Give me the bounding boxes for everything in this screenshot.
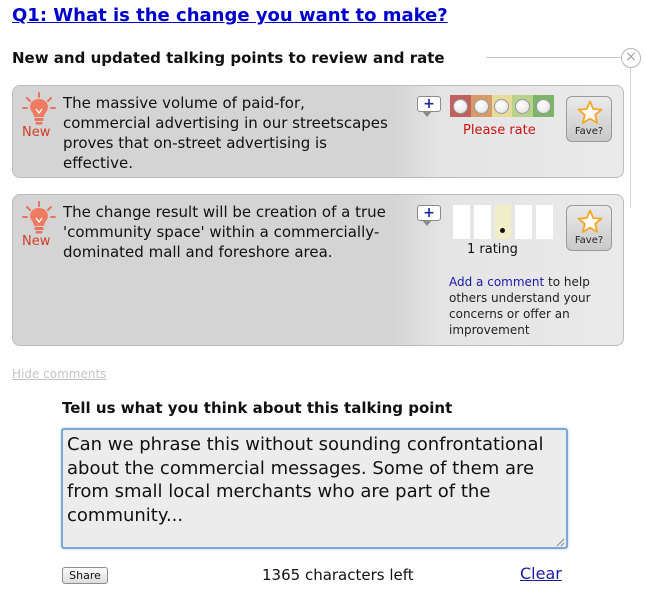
rating-circle xyxy=(473,98,489,114)
rating-dot xyxy=(500,228,506,233)
share-button[interactable]: Share xyxy=(62,567,108,584)
comment-prompt: Tell us what you think about this talkin… xyxy=(62,399,453,417)
rating-bar-2 xyxy=(473,205,491,239)
rating-histogram xyxy=(453,205,553,239)
plus-icon: + xyxy=(417,96,441,112)
rating-circle xyxy=(452,98,468,114)
speech-tail xyxy=(422,220,432,226)
add-comment-link[interactable]: Add a comment xyxy=(449,275,544,289)
resize-grip-icon[interactable] xyxy=(555,537,565,547)
rating-count: 1 rating xyxy=(467,242,518,257)
speech-tail xyxy=(422,111,432,117)
rating-option-4[interactable] xyxy=(512,95,534,117)
fave-button[interactable]: Fave? xyxy=(566,205,612,251)
talking-point-text: The massive volume of paid-for, commerci… xyxy=(63,94,388,172)
comment-textarea[interactable]: Can we phrase this without sounding conf… xyxy=(61,428,568,549)
fave-button[interactable]: Fave? xyxy=(566,96,612,142)
clear-link[interactable]: Clear xyxy=(520,564,562,583)
star-icon xyxy=(577,100,603,124)
rating-scale xyxy=(450,95,554,117)
rating-option-2[interactable] xyxy=(470,95,492,117)
hide-comments-link[interactable]: Hide comments xyxy=(12,367,106,381)
rating-circle xyxy=(536,98,552,114)
heading-divider xyxy=(486,57,624,58)
section-heading: New and updated talking points to review… xyxy=(12,49,445,67)
talking-point-card: New The massive volume of paid-for, comm… xyxy=(12,85,624,178)
fave-label: Fave? xyxy=(574,126,604,137)
rating-option-5[interactable] xyxy=(533,95,554,117)
rating-bar-3 xyxy=(494,205,512,239)
fave-label: Fave? xyxy=(574,235,604,246)
talking-point-card: New The change result will be creation o… xyxy=(12,194,624,346)
rating-bar-5 xyxy=(536,205,553,239)
rating-circle xyxy=(494,98,510,114)
question-title-link[interactable]: Q1: What is the change you want to make? xyxy=(12,5,448,26)
star-icon xyxy=(577,209,603,233)
close-icon[interactable]: × xyxy=(621,48,641,68)
panel-divider xyxy=(630,68,631,208)
rating-bar-4 xyxy=(515,205,533,239)
rating-bar-1 xyxy=(453,205,470,239)
plus-icon: + xyxy=(417,205,441,221)
comment-help-text: Add a comment to help others understand … xyxy=(449,274,617,338)
rating-option-3[interactable] xyxy=(491,95,513,117)
add-comment-button[interactable]: + xyxy=(417,205,443,226)
characters-left-counter: 1365 characters left xyxy=(262,566,414,584)
please-rate-prompt: Please rate xyxy=(463,123,536,138)
new-badge: New xyxy=(22,125,51,140)
talking-point-text: The change result will be creation of a … xyxy=(63,203,386,261)
new-badge: New xyxy=(22,234,51,249)
rating-option-1[interactable] xyxy=(450,95,471,117)
add-comment-button[interactable]: + xyxy=(417,96,443,117)
rating-circle xyxy=(515,98,531,114)
